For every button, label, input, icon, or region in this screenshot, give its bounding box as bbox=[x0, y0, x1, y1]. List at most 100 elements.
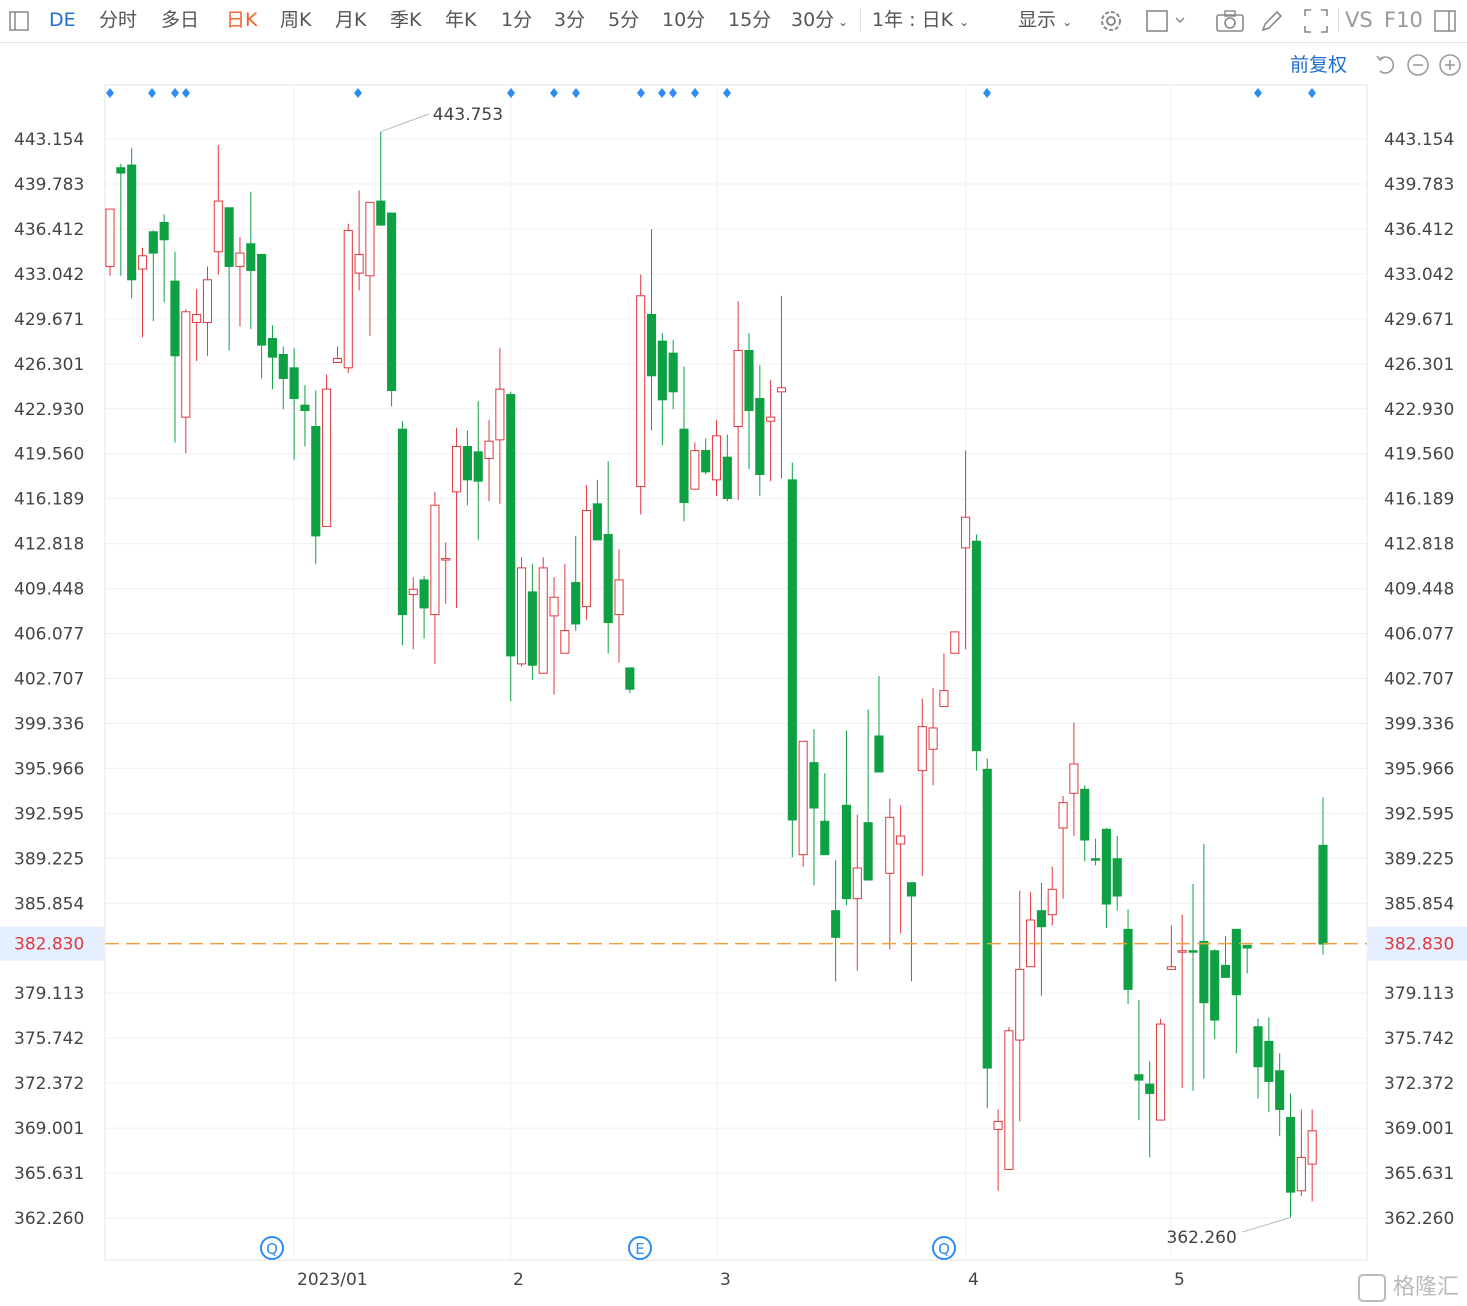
candle-body[interactable] bbox=[755, 397, 765, 476]
candle-body[interactable] bbox=[581, 510, 592, 608]
candle-body[interactable] bbox=[365, 201, 375, 277]
dividend-marker-icon[interactable] bbox=[507, 88, 515, 98]
candle-body[interactable] bbox=[928, 727, 938, 750]
candle-body[interactable] bbox=[137, 255, 148, 270]
candle-body[interactable] bbox=[1253, 1026, 1263, 1068]
candle-body[interactable] bbox=[441, 558, 451, 561]
candle-body[interactable] bbox=[863, 822, 873, 881]
candle-body[interactable] bbox=[430, 504, 440, 616]
candle-body[interactable] bbox=[235, 252, 245, 267]
candle-body[interactable] bbox=[246, 243, 256, 271]
candle-body[interactable] bbox=[159, 221, 169, 241]
candle-body[interactable] bbox=[408, 588, 418, 596]
candle-body[interactable] bbox=[690, 450, 700, 490]
candle-body[interactable] bbox=[1036, 910, 1046, 928]
candle-body[interactable] bbox=[852, 867, 862, 900]
candle-body[interactable] bbox=[766, 416, 776, 422]
candle-body[interactable] bbox=[657, 340, 667, 401]
dividend-marker-icon[interactable] bbox=[1308, 88, 1316, 98]
candle-body[interactable] bbox=[1080, 788, 1090, 841]
candle-body[interactable] bbox=[1145, 1083, 1155, 1094]
candle-body[interactable] bbox=[1004, 1030, 1014, 1170]
candle-body[interactable] bbox=[1296, 1156, 1306, 1192]
dividend-marker-icon[interactable] bbox=[572, 88, 580, 98]
candle-body[interactable] bbox=[1047, 888, 1057, 916]
candle-body[interactable] bbox=[896, 835, 906, 845]
candle-body[interactable] bbox=[820, 820, 830, 856]
candle-body[interactable] bbox=[1091, 858, 1101, 861]
candle-body[interactable] bbox=[885, 816, 895, 874]
candle-body[interactable] bbox=[267, 337, 278, 358]
candle-body[interactable] bbox=[1242, 944, 1252, 949]
candle-body[interactable] bbox=[571, 582, 581, 625]
candle-body[interactable] bbox=[376, 200, 386, 226]
candle-body[interactable] bbox=[733, 349, 743, 427]
candle-body[interactable] bbox=[332, 357, 342, 363]
candle-body[interactable] bbox=[462, 446, 472, 481]
candle-body[interactable] bbox=[224, 207, 234, 267]
candle-body[interactable] bbox=[560, 630, 570, 654]
candle-body[interactable] bbox=[939, 690, 949, 708]
candle-body[interactable] bbox=[484, 440, 494, 460]
candle-body[interactable] bbox=[993, 1120, 1003, 1130]
dividend-marker-icon[interactable] bbox=[658, 88, 666, 98]
candle-body[interactable] bbox=[127, 164, 137, 281]
candle-body[interactable] bbox=[1058, 802, 1068, 829]
candle-body[interactable] bbox=[787, 479, 797, 821]
candle-body[interactable] bbox=[1264, 1040, 1274, 1082]
candle-body[interactable] bbox=[1177, 950, 1187, 953]
candle-body[interactable] bbox=[701, 450, 711, 473]
candle-body[interactable] bbox=[592, 503, 602, 541]
dividend-marker-icon[interactable] bbox=[182, 88, 190, 98]
candle-body[interactable] bbox=[950, 631, 960, 654]
candle-body[interactable] bbox=[1199, 940, 1209, 1004]
candle-body[interactable] bbox=[192, 313, 202, 323]
candle-body[interactable] bbox=[711, 435, 722, 481]
dividend-marker-icon[interactable] bbox=[637, 88, 645, 98]
candle-body[interactable] bbox=[1069, 763, 1079, 794]
candle-body[interactable] bbox=[105, 208, 115, 267]
candle-body[interactable] bbox=[1318, 844, 1328, 945]
candle-body[interactable] bbox=[1210, 950, 1220, 1021]
candle-body[interactable] bbox=[798, 740, 808, 856]
dividend-marker-icon[interactable] bbox=[550, 88, 558, 98]
candle-body[interactable] bbox=[744, 349, 754, 411]
candle-body[interactable] bbox=[961, 516, 971, 549]
candle-body[interactable] bbox=[1307, 1130, 1317, 1165]
candle-body[interactable] bbox=[549, 596, 559, 617]
candle-body[interactable] bbox=[614, 579, 624, 616]
candle-body[interactable] bbox=[506, 393, 516, 657]
dividend-marker-icon[interactable] bbox=[983, 88, 991, 98]
candle-body[interactable] bbox=[668, 352, 678, 393]
candle-body[interactable] bbox=[1220, 964, 1231, 978]
candle-body[interactable] bbox=[1166, 966, 1176, 970]
candle-body[interactable] bbox=[1123, 928, 1133, 990]
candle-body[interactable] bbox=[625, 667, 635, 690]
candle-body[interactable] bbox=[419, 579, 429, 609]
candle-body[interactable] bbox=[473, 451, 483, 482]
candle-body[interactable] bbox=[311, 425, 321, 537]
candle-body[interactable] bbox=[722, 456, 732, 500]
candle-body[interactable] bbox=[257, 253, 267, 346]
candle-body[interactable] bbox=[1101, 828, 1111, 905]
candle-body[interactable] bbox=[1134, 1074, 1144, 1081]
candle-body[interactable] bbox=[841, 804, 852, 900]
candle-body[interactable] bbox=[1275, 1070, 1285, 1110]
candle-body[interactable] bbox=[202, 279, 213, 323]
candle-body[interactable] bbox=[289, 367, 299, 399]
dividend-marker-icon[interactable] bbox=[106, 88, 114, 98]
candle-body[interactable] bbox=[516, 567, 527, 665]
candle-body[interactable] bbox=[646, 313, 657, 377]
candle-body[interactable] bbox=[452, 446, 462, 493]
candle-body[interactable] bbox=[679, 428, 689, 504]
candle-body[interactable] bbox=[170, 280, 180, 357]
candle-body[interactable] bbox=[917, 726, 927, 772]
dividend-marker-icon[interactable] bbox=[669, 88, 677, 98]
candle-body[interactable] bbox=[116, 167, 126, 174]
candle-body[interactable] bbox=[809, 762, 819, 809]
candle-body[interactable] bbox=[1231, 928, 1241, 996]
candle-body[interactable] bbox=[1188, 950, 1198, 953]
candlestick-chart[interactable]: 443.154 443.154 439.783 439.783 436.412 436.4… bbox=[0, 0, 1467, 1306]
candle-body[interactable] bbox=[776, 387, 787, 393]
candle-body[interactable] bbox=[181, 311, 191, 418]
